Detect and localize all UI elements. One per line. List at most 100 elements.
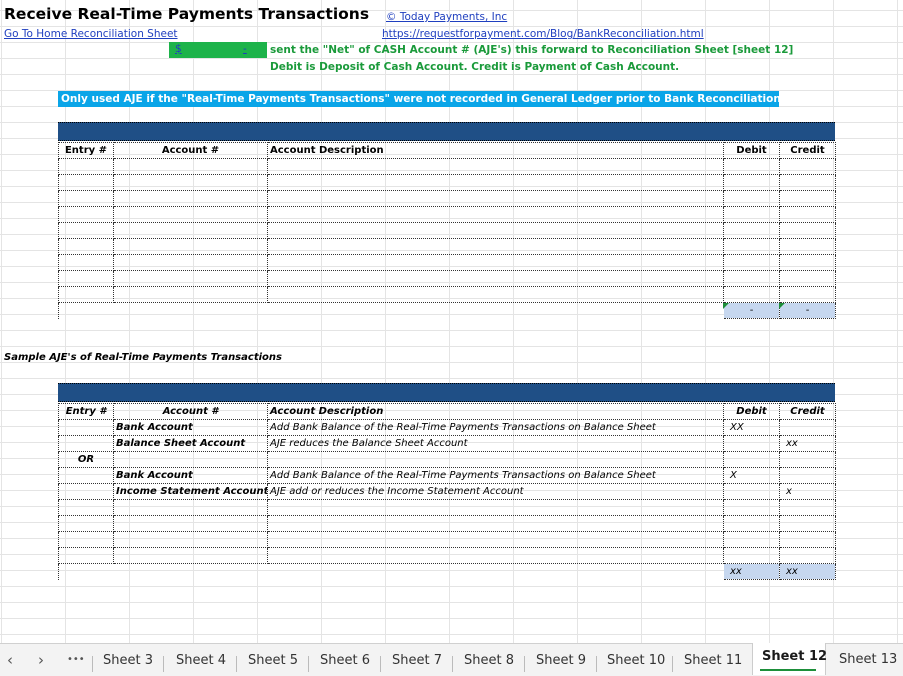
cell[interactable] [723, 515, 780, 532]
cell[interactable] [58, 206, 114, 223]
tab-sheet-10[interactable]: Sheet 10 [607, 653, 665, 668]
credit-cell[interactable] [779, 467, 836, 484]
cell[interactable] [58, 515, 114, 532]
debit-cell[interactable]: X [723, 467, 780, 484]
cell[interactable] [779, 286, 836, 303]
cell[interactable] [113, 515, 268, 532]
tab-sheet-3[interactable]: Sheet 3 [103, 653, 153, 668]
cell[interactable] [723, 222, 780, 239]
total-credit[interactable]: - [779, 302, 836, 319]
sample-total-credit[interactable]: xx [779, 563, 836, 580]
table-row[interactable]: Income Statement Account AJE add or redu… [58, 483, 836, 500]
cell[interactable] [779, 270, 836, 287]
table-row[interactable]: Balance Sheet Account AJE reduces the Ba… [58, 435, 836, 452]
tab-sheet-6[interactable]: Sheet 6 [320, 653, 370, 668]
description-cell[interactable]: AJE reduces the Balance Sheet Account [267, 435, 724, 452]
cell[interactable] [113, 270, 268, 287]
next-sheet-icon[interactable]: › [38, 651, 44, 669]
table-row[interactable] [58, 174, 836, 191]
cell[interactable] [723, 286, 780, 303]
account-cell[interactable]: Bank Account [113, 467, 268, 484]
tab-sheet-9[interactable]: Sheet 9 [536, 653, 586, 668]
table-row[interactable] [58, 270, 836, 287]
cell[interactable] [267, 499, 724, 516]
cell[interactable] [58, 174, 114, 191]
cell[interactable] [723, 238, 780, 255]
credit-cell[interactable] [779, 451, 836, 468]
description-cell[interactable]: Add Bank Balance of the Real-Time Paymen… [267, 419, 724, 436]
cell[interactable] [113, 254, 268, 271]
cell[interactable] [267, 254, 724, 271]
cell[interactable] [723, 254, 780, 271]
cell[interactable] [113, 222, 268, 239]
cell[interactable] [779, 499, 836, 516]
cell[interactable] [779, 206, 836, 223]
table-row[interactable] [58, 222, 836, 239]
cell[interactable] [779, 254, 836, 271]
tab-sheet-5[interactable]: Sheet 5 [248, 653, 298, 668]
table-row[interactable] [58, 254, 836, 271]
cell[interactable] [113, 206, 268, 223]
tab-sheet-12[interactable]: Sheet 12 [762, 649, 827, 664]
cell[interactable] [723, 547, 780, 564]
tab-sheet-7[interactable]: Sheet 7 [392, 653, 442, 668]
cell[interactable] [113, 158, 268, 175]
sample-total-debit[interactable]: xx [723, 563, 780, 580]
cell[interactable] [113, 499, 268, 516]
credit-cell[interactable] [779, 419, 836, 436]
cell[interactable] [779, 547, 836, 564]
home-reconciliation-link[interactable]: Go To Home Reconciliation Sheet [4, 28, 178, 40]
debit-cell[interactable] [723, 451, 780, 468]
cell[interactable] [58, 254, 114, 271]
cell[interactable] [58, 222, 114, 239]
cell[interactable] [723, 190, 780, 207]
cell[interactable] [113, 547, 268, 564]
cell[interactable] [113, 174, 268, 191]
entry-cell[interactable]: OR [58, 451, 114, 468]
cell[interactable] [267, 238, 724, 255]
entry-cell[interactable] [58, 419, 114, 436]
credit-cell[interactable]: x [779, 483, 836, 500]
copyright-link[interactable]: © Today Payments, Inc [386, 11, 507, 23]
net-cash-cell[interactable]: $ - [169, 42, 267, 58]
total-debit[interactable]: - [723, 302, 780, 319]
cell[interactable] [267, 515, 724, 532]
cell[interactable] [58, 547, 114, 564]
prev-sheet-icon[interactable]: ‹ [7, 651, 13, 669]
cell[interactable] [267, 531, 724, 548]
cell[interactable] [779, 174, 836, 191]
cell[interactable] [58, 190, 114, 207]
cell[interactable] [267, 206, 724, 223]
description-cell[interactable] [267, 451, 724, 468]
debit-cell[interactable] [723, 483, 780, 500]
account-cell[interactable]: Bank Account [113, 419, 268, 436]
cell[interactable] [267, 286, 724, 303]
cell[interactable] [779, 515, 836, 532]
entry-cell[interactable] [58, 483, 114, 500]
cell[interactable] [723, 158, 780, 175]
debit-cell[interactable] [723, 435, 780, 452]
tab-sheet-13[interactable]: Sheet 13 [839, 652, 897, 667]
tab-sheet-8[interactable]: Sheet 8 [464, 653, 514, 668]
credit-cell[interactable]: xx [779, 435, 836, 452]
account-cell[interactable]: Income Statement Account [113, 483, 268, 500]
cell[interactable] [267, 270, 724, 287]
cell[interactable] [267, 190, 724, 207]
cell[interactable] [267, 174, 724, 191]
bank-reconciliation-url-link[interactable]: https://requestforpayment.com/Blog/BankR… [382, 28, 704, 40]
entry-cell[interactable] [58, 435, 114, 452]
cell[interactable] [58, 286, 114, 303]
account-cell[interactable] [113, 451, 268, 468]
cell[interactable] [113, 238, 268, 255]
table-row[interactable]: Bank Account Add Bank Balance of the Rea… [58, 467, 836, 484]
tab-sheet-11[interactable]: Sheet 11 [684, 653, 742, 668]
table-row[interactable] [58, 515, 836, 532]
cell[interactable] [58, 158, 114, 175]
cell[interactable] [779, 238, 836, 255]
table-row[interactable] [58, 158, 836, 175]
table-row[interactable] [58, 531, 836, 548]
description-cell[interactable]: Add Bank Balance of the Real-Time Paymen… [267, 467, 724, 484]
cell[interactable] [113, 286, 268, 303]
account-cell[interactable]: Balance Sheet Account [113, 435, 268, 452]
cell[interactable] [723, 270, 780, 287]
